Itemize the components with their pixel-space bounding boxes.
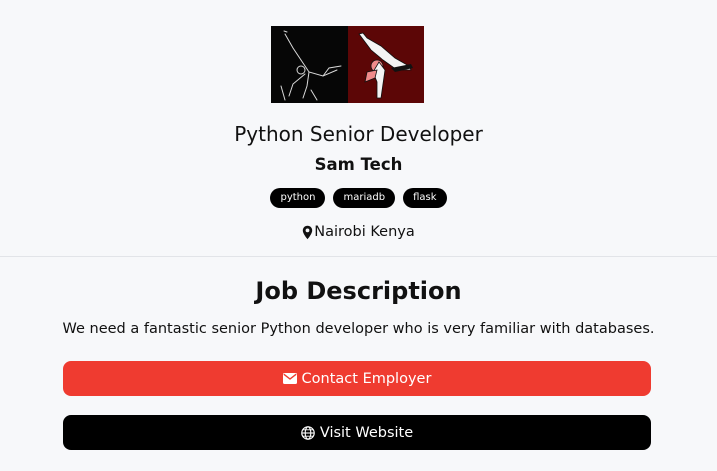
job-title: Python Senior Developer [234,122,483,146]
job-description-text: We need a fantastic senior Python develo… [62,321,655,337]
globe-icon [301,425,315,440]
skill-tag: flask [403,188,447,208]
job-description-heading: Job Description [255,277,462,305]
company-logo [271,26,424,103]
company-name: Sam Tech [314,155,403,174]
map-marker-icon [303,225,313,239]
envelope-icon [282,373,297,384]
skill-tags: python mariadb flask [0,188,717,208]
section-divider [0,256,717,257]
skill-tag: python [270,188,326,208]
skill-tag: mariadb [333,188,396,208]
listing-header: Python Senior Developer Sam Tech python … [0,0,717,256]
location-text: Nairobi Kenya [314,224,415,240]
visit-website-button[interactable]: Visit Website [63,415,651,450]
contact-employer-label: Contact Employer [301,370,432,387]
contact-employer-button[interactable]: Contact Employer [63,361,651,396]
location: Nairobi Kenya [0,222,717,242]
visit-website-label: Visit Website [319,424,414,441]
